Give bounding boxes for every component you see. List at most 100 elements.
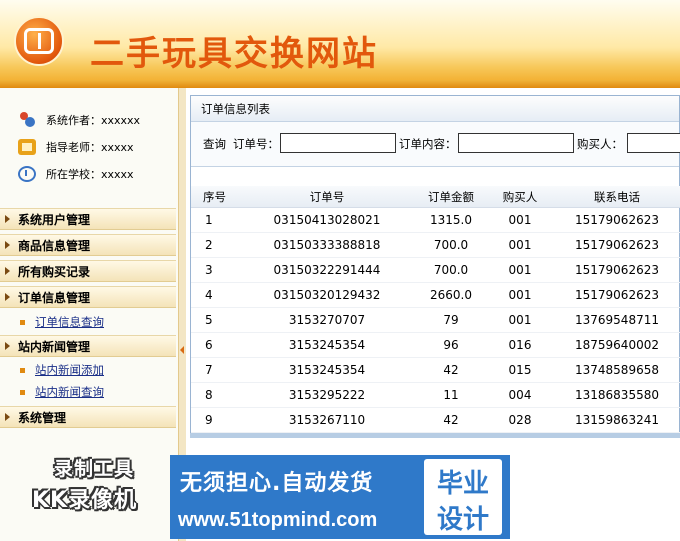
banner-badge: 毕业 设计	[424, 459, 502, 535]
buyer-input[interactable]	[627, 133, 680, 153]
cell-order-no: 03150320129432	[273, 288, 381, 302]
bullet-icon	[20, 319, 25, 325]
cell-amount: 42	[443, 413, 459, 427]
banner-url: www.51topmind.com	[178, 509, 378, 531]
cell-buyer: 028	[508, 413, 532, 427]
badge-line2: 设计	[436, 505, 489, 535]
menu-order-management[interactable]: 订单信息管理	[0, 286, 176, 308]
cell-phone: 13186835580	[575, 388, 659, 402]
cell-index: 1	[205, 213, 213, 227]
info-teacher: 指导老师：xxxxx	[18, 137, 134, 157]
order-content-input[interactable]	[458, 133, 574, 153]
cell-index: 8	[205, 388, 213, 402]
site-logo	[14, 16, 64, 66]
menu-news-query[interactable]: 站内新闻查询	[20, 383, 104, 401]
cell-phone: 15179062623	[575, 263, 659, 277]
menu-system-management[interactable]: 系统管理	[0, 406, 176, 428]
cell-index: 9	[205, 413, 213, 427]
people-icon	[18, 112, 36, 128]
cell-order-no: 3153270707	[288, 313, 366, 327]
cell-amount: 42	[443, 363, 459, 377]
cell-buyer: 001	[508, 288, 532, 302]
info-school-text: 所在学校：xxxxx	[46, 168, 134, 181]
recorder-line2: KK录像机	[32, 488, 138, 513]
cell-phone: 13769548711	[575, 313, 659, 327]
info-school: 所在学校：xxxxx	[18, 164, 134, 184]
caret-right-icon	[5, 267, 10, 275]
cell-index: 7	[205, 363, 213, 377]
school-icon	[18, 166, 36, 182]
menu-news-add[interactable]: 站内新闻添加	[20, 361, 104, 379]
cell-order-no: 3153295222	[288, 388, 366, 402]
cell-order-no: 3153245354	[288, 363, 366, 377]
cell-buyer: 004	[508, 388, 532, 402]
cell-order-no: 03150333388818	[273, 238, 381, 252]
caret-right-icon	[5, 413, 10, 421]
col-buyer[interactable]: 购买人	[487, 189, 553, 205]
info-teacher-text: 指导老师：xxxxx	[46, 141, 134, 154]
table-header: 序号 订单号 订单金额 购买人 联系电话	[191, 186, 680, 208]
search-bar: 查询 订单号： 订单内容： 购买人：	[191, 122, 680, 167]
cell-amount: 96	[443, 338, 459, 352]
header-divider	[0, 80, 680, 88]
cell-index: 4	[205, 288, 213, 302]
cell-buyer: 001	[508, 313, 532, 327]
cell-phone: 15179062623	[575, 213, 659, 227]
cell-phone: 15179062623	[575, 288, 659, 302]
caret-right-icon	[5, 215, 10, 223]
col-index[interactable]: 序号	[191, 189, 239, 205]
caret-right-icon	[5, 293, 10, 301]
cell-index: 2	[205, 238, 213, 252]
menu-purchase-records[interactable]: 所有购买记录	[0, 260, 176, 282]
caret-right-icon	[5, 342, 10, 350]
col-amount[interactable]: 订单金额	[415, 189, 487, 205]
cell-phone: 18759640002	[575, 338, 659, 352]
order-no-label: 订单号：	[233, 137, 279, 151]
table-row[interactable]: 4 03150320129432 2660.0 001 15179062623	[191, 283, 680, 308]
cell-order-no: 03150322291444	[273, 263, 381, 277]
table-row[interactable]: 8 3153295222 11 004 13186835580	[191, 383, 680, 408]
cell-amount: 79	[443, 313, 459, 327]
cell-phone: 15179062623	[575, 238, 659, 252]
menu-order-query[interactable]: 订单信息查询	[20, 313, 104, 331]
order-list-panel: 订单信息列表 查询 订单号： 订单内容： 购买人： 序号 订单号 订单金额 购买…	[190, 95, 680, 435]
cell-buyer: 001	[508, 263, 532, 277]
teacher-icon	[18, 139, 36, 155]
menu-product-management[interactable]: 商品信息管理	[0, 234, 176, 256]
table-row[interactable]: 2 03150333388818 700.0 001 15179062623	[191, 233, 680, 258]
table-row[interactable]: 6 3153245354 96 016 18759640002	[191, 333, 680, 358]
cell-buyer: 016	[508, 338, 532, 352]
cell-buyer: 015	[508, 363, 532, 377]
cell-phone: 13159863241	[575, 413, 659, 427]
cell-amount: 1315.0	[430, 213, 472, 227]
menu-news-management[interactable]: 站内新闻管理	[0, 335, 176, 357]
menu-user-management[interactable]: 系统用户管理	[0, 208, 176, 230]
cell-order-no: 3153245354	[288, 338, 366, 352]
table-row[interactable]: 5 3153270707 79 001 13769548711	[191, 308, 680, 333]
order-no-input[interactable]	[280, 133, 396, 153]
cell-amount: 700.0	[433, 238, 469, 252]
header: 二手玩具交换网站	[0, 0, 680, 86]
table-row[interactable]: 3 03150322291444 700.0 001 15179062623	[191, 258, 680, 283]
col-order-no[interactable]: 订单号	[239, 189, 415, 205]
cell-amount: 700.0	[433, 263, 469, 277]
info-author: 系统作者：xxxxxx	[18, 110, 140, 130]
cell-order-no: 03150413028021	[273, 213, 381, 227]
collapse-arrow-icon[interactable]	[180, 346, 184, 354]
buyer-label: 购买人：	[577, 137, 623, 151]
table-row[interactable]: 9 3153267110 42 028 13159863241	[191, 408, 680, 433]
table-row[interactable]: 1 03150413028021 1315.0 001 15179062623	[191, 208, 680, 233]
panel-title: 订单信息列表	[191, 96, 679, 122]
bullet-icon	[20, 389, 25, 395]
cell-buyer: 001	[508, 238, 532, 252]
cell-index: 6	[205, 338, 213, 352]
caret-right-icon	[5, 241, 10, 249]
cell-amount: 2660.0	[430, 288, 472, 302]
table-row[interactable]: 7 3153245354 42 015 13748589658	[191, 358, 680, 383]
col-phone[interactable]: 联系电话	[553, 189, 680, 205]
order-content-label: 订单内容：	[399, 137, 457, 151]
recorder-line1: 录制工具	[54, 458, 135, 480]
panel-bottom-border	[190, 433, 680, 438]
cell-amount: 11	[443, 388, 459, 402]
cell-index: 3	[205, 263, 213, 277]
